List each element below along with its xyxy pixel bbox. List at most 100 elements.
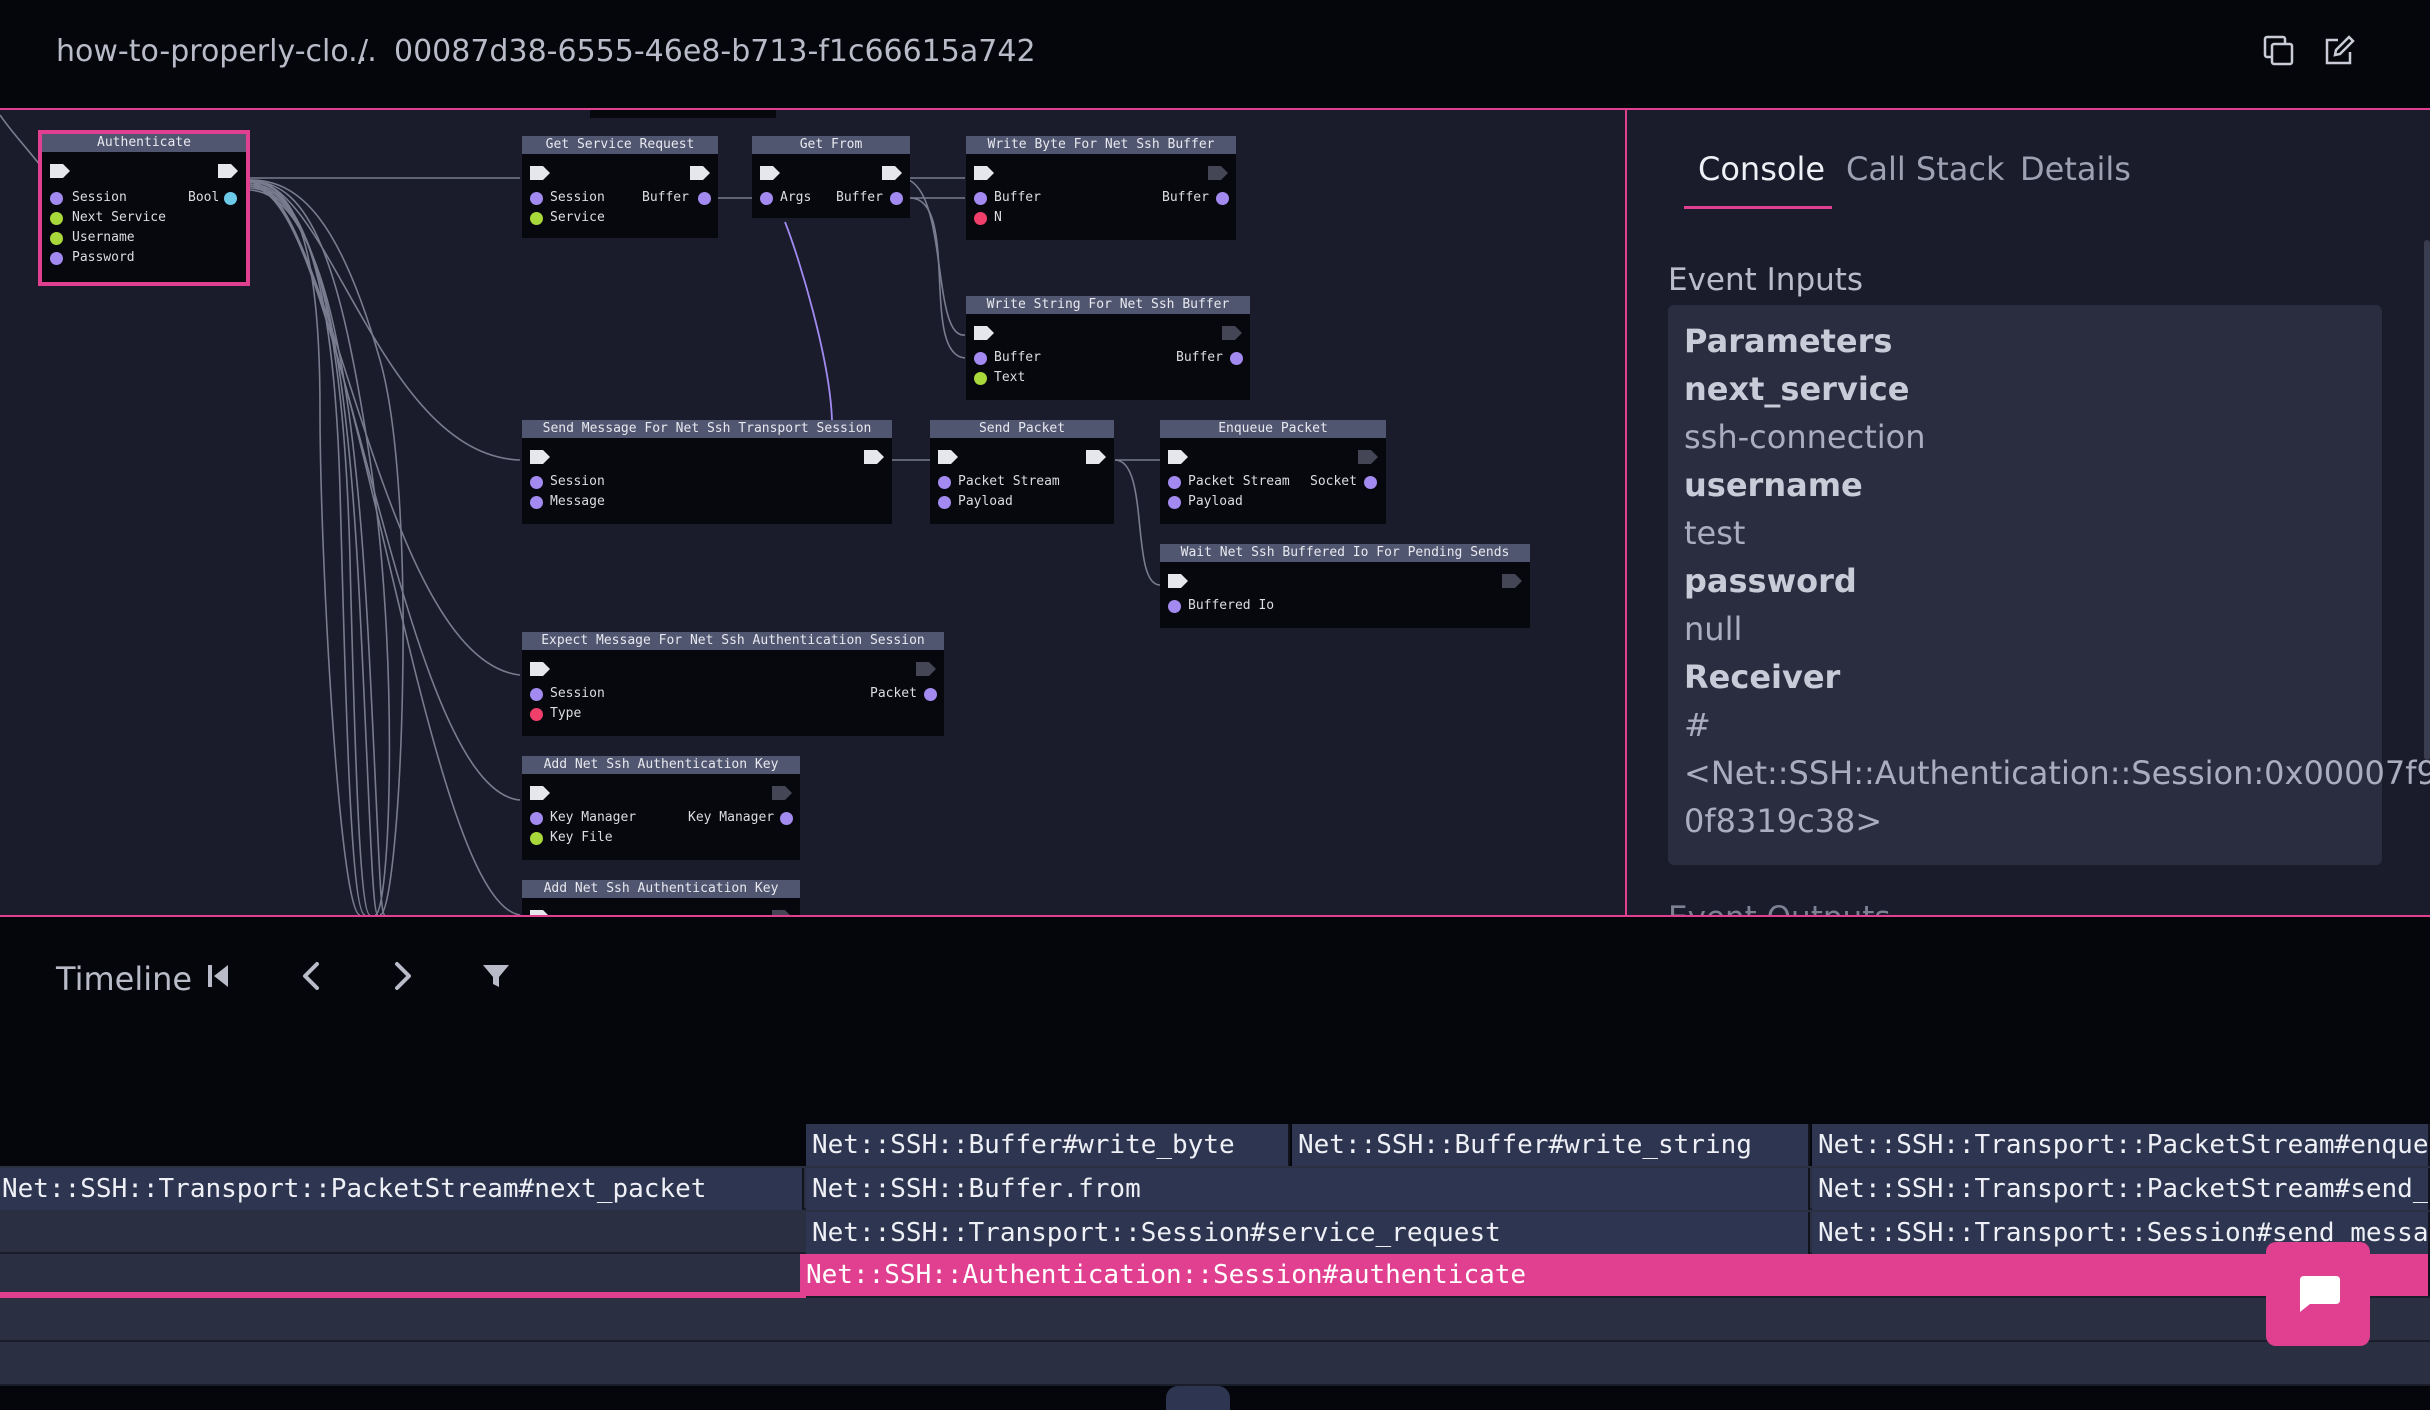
key-manager-out-pin[interactable] xyxy=(780,812,793,825)
tab-call-stack[interactable]: Call Stack xyxy=(1846,150,2005,188)
panel-scrollbar[interactable] xyxy=(2424,240,2430,760)
pin-label: Buffer xyxy=(836,190,883,205)
skip-to-start-icon[interactable] xyxy=(200,958,236,994)
exec-in-pin[interactable] xyxy=(1168,574,1188,588)
text-pin[interactable] xyxy=(974,372,987,385)
timeline-divider[interactable] xyxy=(0,915,2430,917)
node-get-from[interactable]: Get From Args Buffer xyxy=(752,136,910,218)
packet-stream-pin[interactable] xyxy=(938,476,951,489)
packet-pin[interactable] xyxy=(924,688,937,701)
exec-out-pin[interactable] xyxy=(1502,574,1522,588)
breadcrumb-project[interactable]: how-to-properly-clo... xyxy=(56,34,377,69)
session-pin[interactable] xyxy=(530,192,543,205)
type-pin[interactable] xyxy=(530,708,543,721)
timeline-scroll-handle[interactable] xyxy=(1166,1386,1230,1410)
exec-out-pin[interactable] xyxy=(864,450,884,464)
exec-out-pin[interactable] xyxy=(1222,326,1242,340)
timeline-event-next-packet[interactable]: Net::SSH::Transport::PacketStream#next_p… xyxy=(0,1168,804,1210)
exec-out-pin[interactable] xyxy=(1086,450,1106,464)
service-pin[interactable] xyxy=(530,212,543,225)
exec-in-pin[interactable] xyxy=(974,166,994,180)
n-pin[interactable] xyxy=(974,212,987,225)
exec-in-pin[interactable] xyxy=(530,166,550,180)
node-add-authentication-key[interactable]: Add Net Ssh Authentication Key xyxy=(522,880,800,915)
next-icon[interactable] xyxy=(384,958,420,994)
timeline-event-enqueue-packet[interactable]: Net::SSH::Transport::PacketStream#enqueu… xyxy=(1812,1124,2430,1166)
exec-in-pin[interactable] xyxy=(760,166,780,180)
tab-details[interactable]: Details xyxy=(2020,150,2131,188)
exec-in-pin[interactable] xyxy=(530,786,550,800)
exec-out-pin[interactable] xyxy=(690,166,710,180)
buffered-io-pin[interactable] xyxy=(1168,600,1181,613)
payload-pin[interactable] xyxy=(938,496,951,509)
param-name: password xyxy=(1684,562,1857,600)
node-expect-message[interactable]: Expect Message For Net Ssh Authenticatio… xyxy=(522,632,944,736)
exec-out-pin[interactable] xyxy=(772,786,792,800)
node-send-packet[interactable]: Send Packet Packet Stream Payload xyxy=(930,420,1114,524)
edit-icon[interactable] xyxy=(2322,34,2356,68)
param-name: next_service xyxy=(1684,370,1910,408)
node-write-string[interactable]: Write String For Net Ssh Buffer Buffer T… xyxy=(966,296,1250,400)
filter-icon[interactable] xyxy=(478,958,514,994)
exec-out-pin[interactable] xyxy=(882,166,902,180)
timeline-event-write-string[interactable]: Net::SSH::Buffer#write_string xyxy=(1292,1124,1810,1166)
message-pin[interactable] xyxy=(530,496,543,509)
password-pin[interactable] xyxy=(50,252,63,265)
bool-pin[interactable] xyxy=(224,192,237,205)
key-file-pin[interactable] xyxy=(530,832,543,845)
packet-stream-pin[interactable] xyxy=(1168,476,1181,489)
exec-out-pin[interactable] xyxy=(1208,166,1228,180)
pin-label: Buffer xyxy=(1162,190,1209,205)
node-wait-buffered-io[interactable]: Wait Net Ssh Buffered Io For Pending Sen… xyxy=(1160,544,1530,628)
next-service-pin[interactable] xyxy=(50,212,63,225)
exec-in-pin[interactable] xyxy=(974,326,994,340)
pin-label: Packet Stream xyxy=(1188,474,1290,489)
buffer-pin[interactable] xyxy=(698,192,711,205)
node-enqueue-packet[interactable]: Enqueue Packet Packet Stream Payload Soc… xyxy=(1160,420,1386,524)
exec-out-pin[interactable] xyxy=(1358,450,1378,464)
node-get-service-request[interactable]: Get Service Request Session Service Buff… xyxy=(522,136,718,238)
node-authenticate[interactable]: Authenticate Session Next Service Userna… xyxy=(38,130,250,286)
timeline-selection-indicator xyxy=(0,1292,806,1298)
buffer-out-pin[interactable] xyxy=(1230,352,1243,365)
event-inputs-box: Parameters next_service ssh-connection u… xyxy=(1668,305,2430,865)
pin-label: Buffer xyxy=(1176,350,1223,365)
payload-pin[interactable] xyxy=(1168,496,1181,509)
parameters-heading: Parameters xyxy=(1684,322,1893,360)
timeline-event-send-packet[interactable]: Net::SSH::Transport::PacketStream#send_p… xyxy=(1812,1168,2430,1210)
session-pin[interactable] xyxy=(50,192,63,205)
timeline-event-authenticate[interactable]: Net::SSH::Authentication::Session#authen… xyxy=(800,1254,2430,1296)
buffer-pin[interactable] xyxy=(974,352,987,365)
pin-label: Session xyxy=(550,190,605,205)
key-manager-pin[interactable] xyxy=(530,812,543,825)
exec-out-pin[interactable] xyxy=(218,164,238,178)
exec-in-pin[interactable] xyxy=(1168,450,1188,464)
exec-in-pin[interactable] xyxy=(50,164,70,178)
buffer-out-pin[interactable] xyxy=(1216,192,1229,205)
node-send-message[interactable]: Send Message For Net Ssh Transport Sessi… xyxy=(522,420,892,524)
node-title: Send Packet xyxy=(930,420,1114,438)
exec-in-pin[interactable] xyxy=(530,450,550,464)
session-pin[interactable] xyxy=(530,476,543,489)
buffer-pin[interactable] xyxy=(974,192,987,205)
username-pin[interactable] xyxy=(50,232,63,245)
exec-in-pin[interactable] xyxy=(938,450,958,464)
copy-icon[interactable] xyxy=(2262,34,2296,68)
socket-pin[interactable] xyxy=(1364,476,1377,489)
timeline-event-service-request[interactable]: Net::SSH::Transport::Session#service_req… xyxy=(806,1212,1810,1254)
chat-button[interactable] xyxy=(2266,1242,2370,1346)
previous-icon[interactable] xyxy=(294,958,330,994)
flow-graph-canvas[interactable]: Authenticate Session Next Service Userna… xyxy=(0,110,1625,915)
timeline-event-buffer-from[interactable]: Net::SSH::Buffer.from xyxy=(806,1168,1810,1210)
exec-out-pin[interactable] xyxy=(916,662,936,676)
timeline-lane-empty xyxy=(0,1124,802,1166)
buffer-pin[interactable] xyxy=(890,192,903,205)
timeline-event-write-byte[interactable]: Net::SSH::Buffer#write_byte xyxy=(806,1124,1290,1166)
pin-label: Key Manager xyxy=(550,810,637,825)
exec-in-pin[interactable] xyxy=(530,662,550,676)
session-pin[interactable] xyxy=(530,688,543,701)
args-pin[interactable] xyxy=(760,192,773,205)
node-add-authentication-key[interactable]: Add Net Ssh Authentication Key Key Manag… xyxy=(522,756,800,860)
node-write-byte[interactable]: Write Byte For Net Ssh Buffer Buffer N B… xyxy=(966,136,1236,240)
tab-console[interactable]: Console xyxy=(1698,150,1825,188)
